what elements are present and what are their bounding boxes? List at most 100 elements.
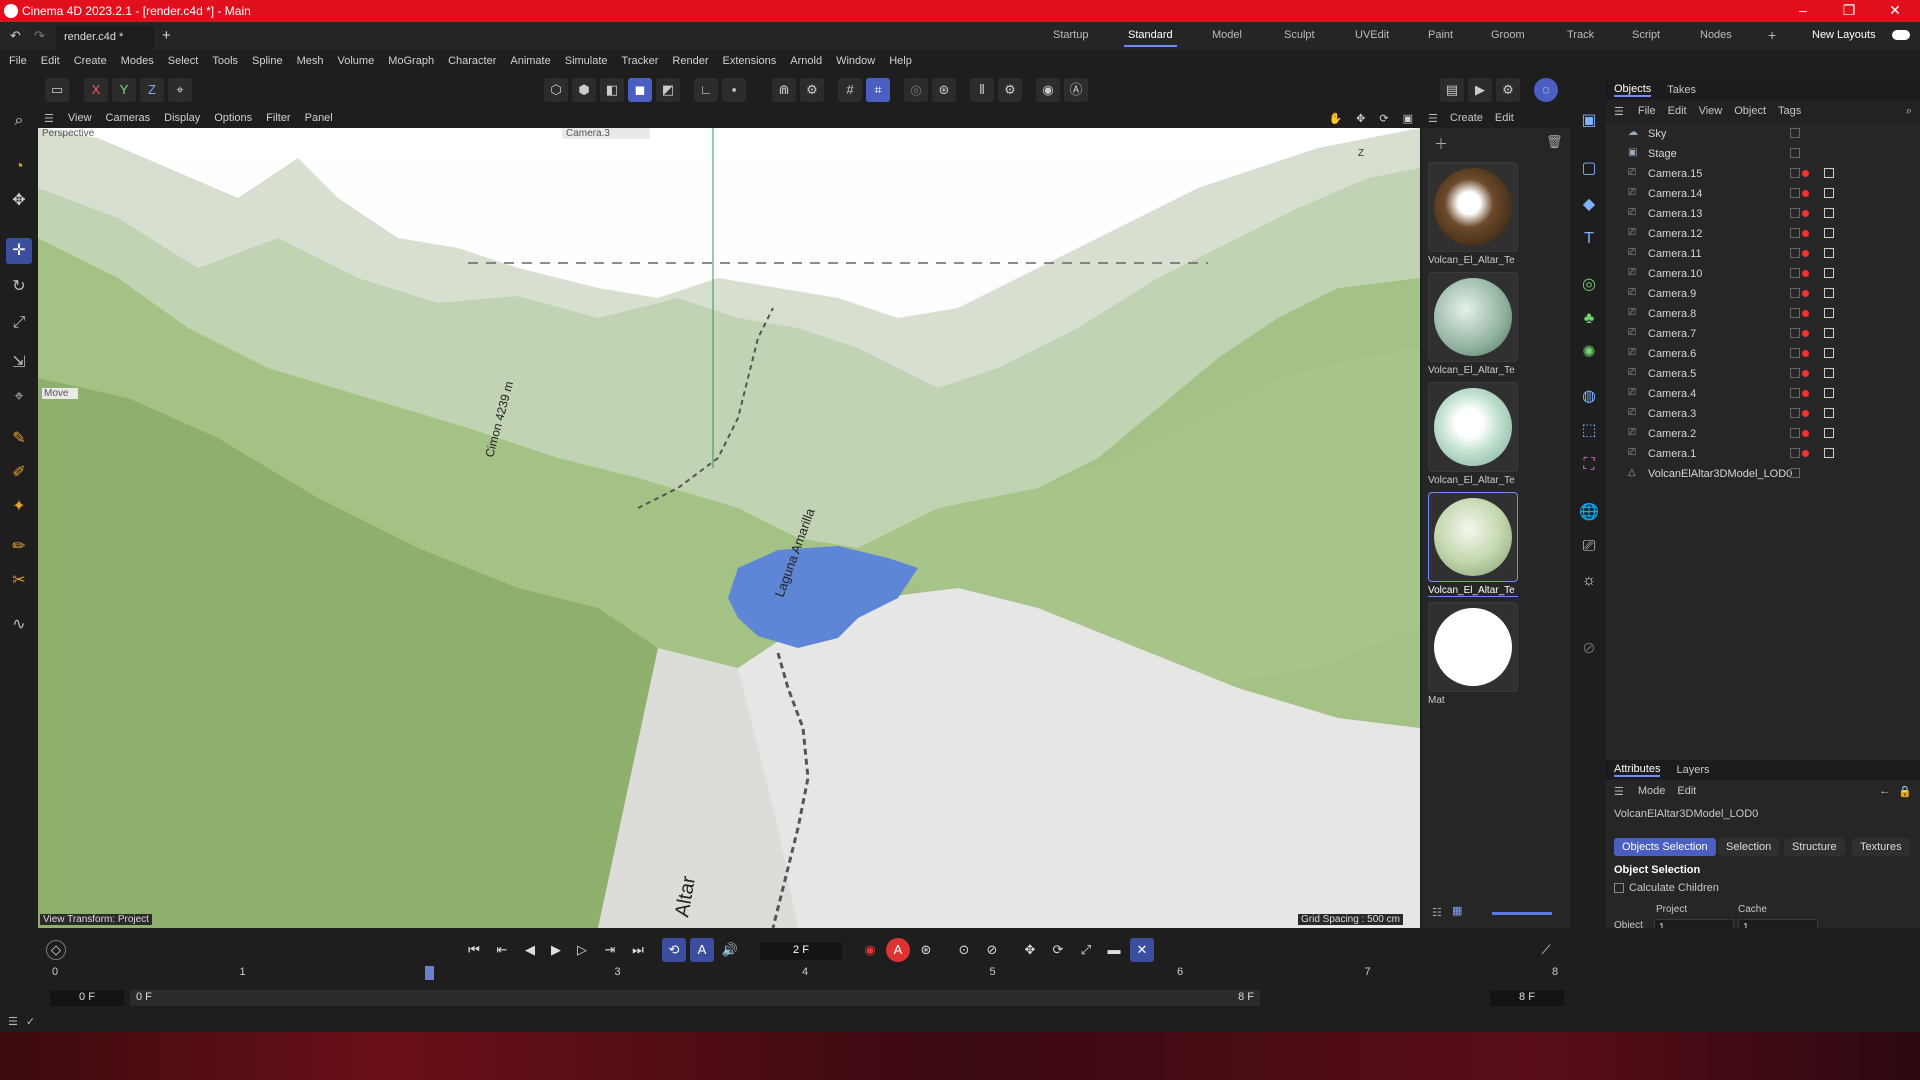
objects-menu-icon[interactable]: ☰ [1614, 105, 1624, 118]
playhead[interactable] [425, 966, 434, 980]
brush-icon[interactable]: ✏ [6, 534, 32, 560]
layout-tab-track[interactable]: Track [1567, 29, 1594, 41]
3d-viewport[interactable]: Laguna Amarilla Altar Cimon 4239 m Persp… [38, 128, 1420, 928]
objects-menu-object[interactable]: Object [1734, 105, 1766, 117]
calculate-children-checkbox[interactable] [1614, 883, 1624, 893]
effector-icon[interactable]: ✺ [1576, 340, 1602, 366]
object-row[interactable]: ⎚ Camera.1 [1614, 444, 1914, 464]
next-keyframe-icon[interactable]: ⇥ [598, 938, 622, 962]
redo-icon[interactable]: ↷ [34, 28, 45, 44]
symmetry-icon[interactable]: ⫴ [970, 78, 994, 102]
delete-material-icon[interactable]: 🗑 [1546, 134, 1563, 150]
spline-sketch-icon[interactable]: ✐ [6, 460, 32, 486]
layout-tab-groom[interactable]: Groom [1491, 29, 1525, 41]
menu-tracker[interactable]: Tracker [622, 55, 659, 67]
camera-tag-icon[interactable] [1824, 408, 1834, 418]
menu-animate[interactable]: Animate [510, 55, 550, 67]
z-axis-button[interactable]: Z [140, 78, 164, 102]
render-dot[interactable] [1802, 430, 1809, 437]
transfer-icon[interactable]: ⇲ [6, 350, 32, 376]
menu-select[interactable]: Select [168, 55, 199, 67]
textures-button[interactable]: Textures [1852, 838, 1910, 856]
render-to-picture-viewer-icon[interactable]: ▶ [1468, 78, 1492, 102]
sound-icon[interactable]: 🔊 [718, 938, 742, 962]
render-dot[interactable] [1802, 170, 1809, 177]
workplane-snap-icon[interactable]: ⌗ [866, 78, 890, 102]
material-item[interactable]: Volcan_El_Altar_Te [1428, 272, 1518, 376]
object-row[interactable]: ⎚ Camera.9 [1614, 284, 1914, 304]
camera-tag-icon[interactable] [1824, 328, 1834, 338]
deformer-icon[interactable]: ♣ [1576, 306, 1602, 332]
lock-icon[interactable]: 🔒 [1898, 785, 1912, 798]
viewport-menu-view[interactable]: View [68, 112, 92, 124]
camera-tag-icon[interactable] [1824, 228, 1834, 238]
menu-edit[interactable]: Edit [41, 55, 60, 67]
add-tab-button[interactable]: + [162, 27, 171, 44]
objects-tab[interactable]: Objects [1614, 83, 1652, 97]
menu-mograph[interactable]: MoGraph [388, 55, 434, 67]
object-row[interactable]: ⎚ Camera.2 [1614, 424, 1914, 444]
uv-mode-icon[interactable]: ◩ [656, 78, 680, 102]
fcurve-icon[interactable]: ⟋ [1534, 938, 1558, 962]
maximize-button[interactable]: ❐ [1826, 2, 1872, 19]
layout-tab-model[interactable]: Model [1212, 29, 1242, 41]
menu-file[interactable]: File [9, 55, 27, 67]
objects-menu-view[interactable]: View [1699, 105, 1723, 117]
visibility-toggle[interactable] [1790, 308, 1800, 318]
menu-tools[interactable]: Tools [212, 55, 238, 67]
cube-primitive-icon[interactable]: ◆ [1576, 192, 1602, 218]
soft-selection-icon[interactable]: ◎ [904, 78, 928, 102]
material-item-selected[interactable]: Volcan_El_Altar_Te [1428, 492, 1518, 597]
snap-settings-icon[interactable]: ⚙ [800, 78, 824, 102]
x-axis-button[interactable]: X [84, 78, 108, 102]
point-level-icon[interactable]: ✕ [1130, 938, 1154, 962]
render-dot[interactable] [1802, 390, 1809, 397]
objects-selection-button[interactable]: Objects Selection [1614, 838, 1716, 856]
menu-character[interactable]: Character [448, 55, 496, 67]
takes-tab[interactable]: Takes [1667, 84, 1696, 96]
redshift-icon[interactable]: ◌ [1534, 78, 1558, 102]
coordinate-system-icon[interactable]: ⌖ [168, 78, 192, 102]
field-icon[interactable]: ◍ [1576, 384, 1602, 410]
visibility-toggle[interactable] [1790, 328, 1800, 338]
y-axis-button[interactable]: Y [112, 78, 136, 102]
environment-icon[interactable]: 🌐 [1576, 500, 1602, 526]
viewport-menu-filter[interactable]: Filter [266, 112, 290, 124]
render-dot[interactable] [1802, 210, 1809, 217]
layout-tab-standard[interactable]: Standard [1124, 29, 1177, 47]
visibility-toggle[interactable] [1790, 128, 1800, 138]
visibility-toggle[interactable] [1790, 408, 1800, 418]
render-dot[interactable] [1802, 410, 1809, 417]
workplane-icon[interactable]: # [838, 78, 862, 102]
rotate-view-icon[interactable]: ⟳ [1379, 112, 1388, 125]
cube-object-icon[interactable]: ▣ [1576, 108, 1602, 134]
live-selection-icon[interactable]: ◔ [6, 154, 32, 180]
object-row[interactable]: △ VolcanElAltar3DModel_LOD0 [1614, 464, 1914, 484]
status-check-icon[interactable]: ✓ [26, 1015, 35, 1028]
polygons-mode-icon[interactable]: ◧ [600, 78, 624, 102]
material-menu-create[interactable]: Create [1450, 112, 1483, 124]
motion-system-icon[interactable]: ⊙ [952, 938, 976, 962]
visibility-toggle[interactable] [1790, 388, 1800, 398]
viewport-menu-panel[interactable]: Panel [305, 112, 333, 124]
viewport-menu-options[interactable]: Options [214, 112, 252, 124]
objects-menu-edit[interactable]: Edit [1668, 105, 1687, 117]
snap-tool-icon[interactable]: ⌖ [6, 384, 32, 410]
knife-icon[interactable]: ✂ [6, 568, 32, 594]
play-icon[interactable]: ▶ [544, 938, 568, 962]
undo-icon[interactable]: ↶ [10, 28, 21, 44]
minimize-button[interactable]: – [1780, 2, 1826, 18]
camera-tag-icon[interactable] [1824, 428, 1834, 438]
object-row[interactable]: ⎚ Camera.12 [1614, 224, 1914, 244]
symmetry-settings-icon[interactable]: ⚙ [998, 78, 1022, 102]
points-mode-icon[interactable]: ⬡ [544, 78, 568, 102]
visibility-toggle[interactable] [1790, 248, 1800, 258]
frame-range-bar[interactable]: 0 F 8 F [130, 990, 1260, 1006]
object-row[interactable]: ⎚ Camera.3 [1614, 404, 1914, 424]
auto-keying-mode-icon[interactable]: A [690, 938, 714, 962]
object-row[interactable]: ⎚ Camera.5 [1614, 364, 1914, 384]
layout-tab-paint[interactable]: Paint [1428, 29, 1453, 41]
camera-tag-icon[interactable] [1824, 188, 1834, 198]
layout-tab-sculpt[interactable]: Sculpt [1284, 29, 1315, 41]
visibility-toggle[interactable] [1790, 228, 1800, 238]
